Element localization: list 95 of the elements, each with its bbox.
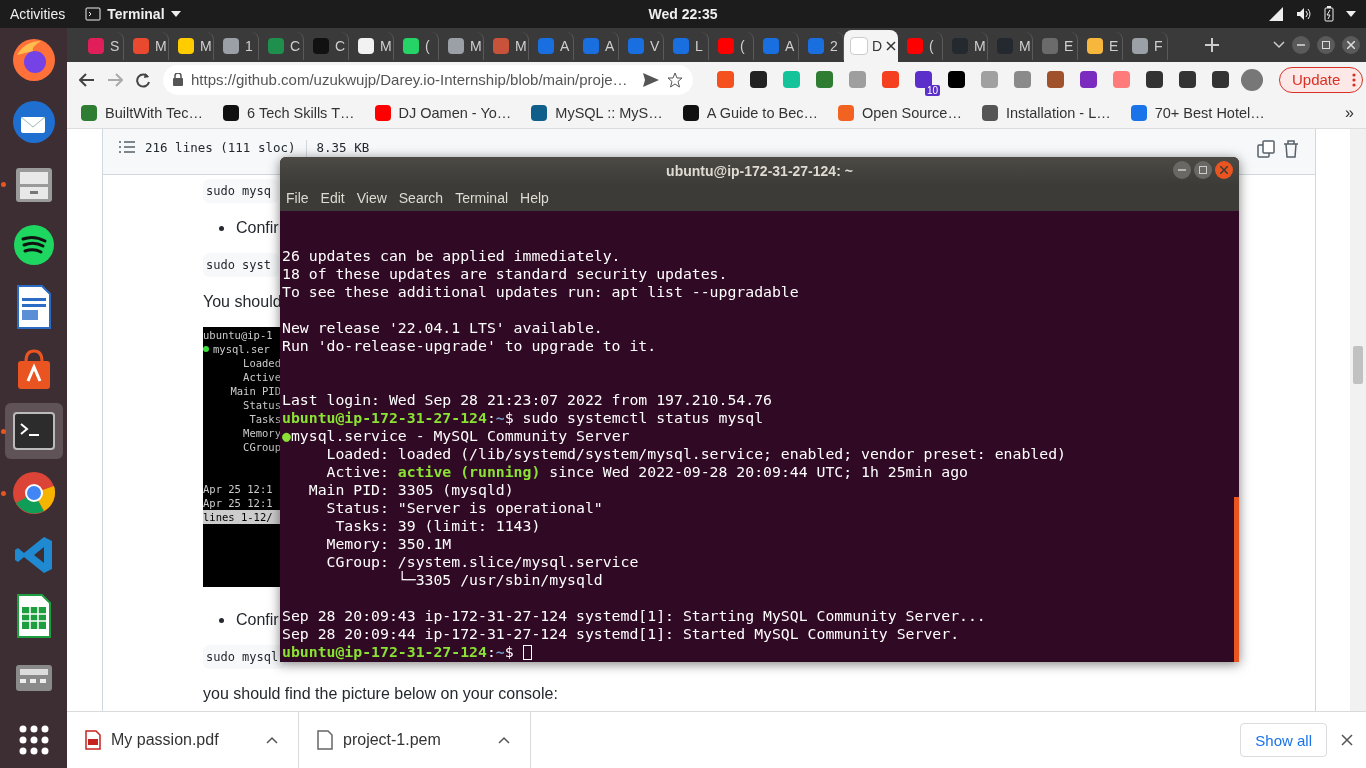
browser-tab[interactable]: F xyxy=(1123,32,1168,60)
screenshot-text: lines 1-12/ xyxy=(203,510,273,524)
screenshot-text: Apr 25 12:1 xyxy=(203,496,273,510)
bookmark[interactable]: BuiltWith Tec… xyxy=(81,104,204,121)
browser-tab[interactable]: M xyxy=(439,32,484,60)
browser-tab[interactable]: D xyxy=(844,30,898,62)
screenshot-text: CGroup xyxy=(243,440,281,454)
menu-item[interactable]: Help xyxy=(516,190,553,206)
prompt-path: ~ xyxy=(495,643,505,661)
browser-tab[interactable]: 2 xyxy=(799,32,844,60)
line-count: 216 lines (111 sloc) xyxy=(145,140,296,155)
browser-tab[interactable]: V xyxy=(619,32,664,60)
screenshot-text: Status xyxy=(243,398,281,412)
browser-tab[interactable]: C xyxy=(259,32,304,60)
code-block: sudo mysq xyxy=(203,179,280,203)
screenshot-text: Apr 25 12:1 xyxy=(203,482,273,496)
terminal-text: Sep 28 20:09:44 ip-172-31-27-124 systemd[1]: Started MySQL Community Server. xyxy=(282,625,960,643)
terminal-text: Sep 28 20:09:43 ip-172-31-27-124 systemd[1]: Starting MySQL Community Server... xyxy=(282,607,986,625)
browser-tab[interactable]: M xyxy=(484,32,529,60)
browser-tab[interactable]: ( xyxy=(898,32,943,60)
terminal-text: Main PID: 3305 (mysqld) xyxy=(307,481,514,499)
browser-tab[interactable]: 1 xyxy=(214,32,259,60)
browser-tab[interactable]: ( xyxy=(709,32,754,60)
terminal-text: Tasks: 39 (limit: 1143) xyxy=(334,517,541,535)
menu-item[interactable]: Terminal xyxy=(451,190,513,206)
screenshot-text: mysql.ser xyxy=(213,342,270,356)
list-item-text: Confir xyxy=(236,218,279,238)
terminal-text: $ xyxy=(504,643,515,661)
show-all-button[interactable]: Show all xyxy=(1240,723,1327,757)
screenshot-text: Loaded xyxy=(243,356,281,370)
terminal-text: 18 of these updates are standard security updates. xyxy=(282,265,728,283)
screenshot-text: Main PID xyxy=(230,384,281,398)
browser-tab[interactable]: L xyxy=(664,32,709,60)
code-block: sudo syst xyxy=(203,253,280,277)
browser-tab[interactable]: M xyxy=(349,32,394,60)
terminal-text: Last login: Wed Sep 28 21:23:07 2022 from 197.210.54.76 xyxy=(282,391,772,409)
browser-tab[interactable]: E xyxy=(1078,32,1123,60)
bookmark[interactable]: 70+ Best Hotel… xyxy=(1130,104,1265,121)
prompt-path: ~ xyxy=(495,409,505,427)
bookmark[interactable]: Installation - L… xyxy=(981,104,1111,121)
terminal-text: active (running) xyxy=(397,463,541,481)
download-item[interactable]: My passion.pdf xyxy=(67,712,299,768)
terminal-text: since Wed 2022-09-28 20:09:44 UTC; 1h 25min ago xyxy=(548,463,968,481)
terminal-text: Run 'do-release-upgrade' to upgrade to it. xyxy=(282,337,657,355)
terminal-text: New release '22.04.1 LTS' available. xyxy=(282,319,603,337)
bookmark[interactable]: MySQL :: MyS… xyxy=(531,104,663,121)
download-item[interactable]: project-1.pem xyxy=(299,712,531,768)
terminal-text: $ sudo systemctl status mysql xyxy=(504,409,764,427)
address-bar[interactable]: https://github.com/uzukwujp/Darey.io-Internship/blob/main/proje… xyxy=(163,64,693,95)
terminal-text: : xyxy=(486,643,496,661)
terminal-text: 26 updates can be applied immediately. xyxy=(282,247,621,265)
window-title: ubuntu@ip-172-31-27-124: ~ xyxy=(666,163,853,179)
browser-tab[interactable]: A xyxy=(574,32,619,60)
browser-tab[interactable]: ( xyxy=(394,32,439,60)
activities-button[interactable]: Activities xyxy=(10,6,66,22)
browser-tab[interactable]: M xyxy=(943,32,988,60)
bookmark[interactable]: A Guide to Bec… xyxy=(682,104,818,121)
browser-tab[interactable]: C xyxy=(304,32,349,60)
file-size: 8.35 KB xyxy=(316,140,370,155)
terminal-text: CGroup: /system.slice/mysql.service xyxy=(325,553,639,571)
update-button[interactable]: Update xyxy=(1279,66,1364,93)
menu-item[interactable]: View xyxy=(352,190,391,206)
terminal-text: mysql.service - MySQL Community Server xyxy=(290,427,630,445)
list-item-text: Confir xyxy=(236,610,279,630)
count-badge: 10 xyxy=(924,85,940,96)
terminal-text: Memory: 350.1M xyxy=(325,535,452,553)
screenshot-text: Tasks xyxy=(249,412,281,426)
terminal-text: To see these additional updates run: apt list --upgradable xyxy=(282,283,799,301)
menu-item[interactable]: File xyxy=(282,190,313,206)
browser-tab[interactable]: M xyxy=(124,32,169,60)
terminal-text: Loaded: loaded (/lib/systemd/system/mysql.service; enabled; vendor preset: enabled) xyxy=(325,445,1066,463)
paragraph: you should find the picture below on your console: xyxy=(203,684,558,704)
bookmark[interactable]: DJ Oamen - Yo… xyxy=(374,104,512,121)
browser-tab[interactable]: E xyxy=(1033,32,1078,60)
bookmark[interactable]: Open Source… xyxy=(838,104,962,121)
browser-tab[interactable]: M xyxy=(169,32,214,60)
browser-tab[interactable]: A xyxy=(754,32,799,60)
prompt-user: ubuntu@ip-172-31-27-124 xyxy=(282,409,487,427)
status-dot-icon: ● xyxy=(282,427,291,445)
terminal-text: Status: "Server is operational" xyxy=(325,499,603,517)
more-bookmarks-button[interactable]: » xyxy=(1345,103,1354,122)
terminal-text: : xyxy=(486,409,496,427)
app-menu[interactable]: Terminal xyxy=(107,6,165,22)
terminal-text: └─3305 /usr/sbin/mysqld xyxy=(396,571,603,589)
browser-tab[interactable]: S xyxy=(79,32,124,60)
browser-tab[interactable]: A xyxy=(529,32,574,60)
browser-tab[interactable]: M xyxy=(988,32,1033,60)
screenshot-text: Memory xyxy=(243,426,281,440)
clock[interactable]: Wed 22:35 xyxy=(648,6,718,22)
screenshot-text: ubuntu@ip-1 xyxy=(203,328,273,342)
menu-item[interactable]: Edit xyxy=(316,190,349,206)
bookmark[interactable]: 6 Tech Skills T… xyxy=(223,104,355,121)
terminal-text: Active: xyxy=(325,463,390,481)
screenshot-text: Active xyxy=(243,370,281,384)
menu-item[interactable]: Search xyxy=(394,190,448,206)
